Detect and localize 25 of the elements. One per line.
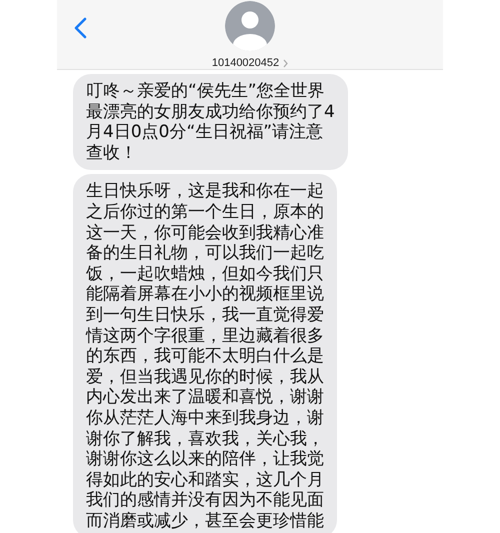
contact-number[interactable]: 10140020452 bbox=[212, 57, 288, 69]
back-button[interactable] bbox=[73, 17, 87, 39]
message-text: 谢你了解我，喜欢我，关心我， bbox=[86, 428, 324, 450]
message-text: 谢谢你这么以来的陪伴，让我觉 bbox=[86, 449, 324, 470]
message-text: 之后你过的第一个生日，原本的 bbox=[86, 202, 324, 223]
message-text: 查收！ bbox=[86, 142, 138, 164]
message-text: 月4日0点0分“生日祝福”请注意 bbox=[86, 122, 324, 143]
message-text: 到一句生日快乐，我一直觉得爱 bbox=[86, 304, 324, 326]
chevron-icon bbox=[283, 58, 288, 68]
message-text: 饭，一起吹蜡烛，但如今我们只 bbox=[86, 264, 324, 284]
message-text: 能隔着屏幕在小小的视频框里说 bbox=[86, 284, 324, 305]
message-text: 叮咚～亲爱的“侯先生”您全世界 bbox=[86, 81, 326, 102]
message-text: 爱，但当我遇见你的时候，我从 bbox=[86, 366, 324, 388]
message-text: 的东西，我可能不太明白什么是 bbox=[86, 346, 324, 367]
message-text: 你从茫茫人海中来到我身边，谢 bbox=[86, 408, 324, 428]
message-text: 情这两个字很重，里边藏着很多 bbox=[86, 326, 324, 346]
message-text: 最漂亮的女朋友成功给你预约了4 bbox=[86, 102, 335, 122]
message-text: 我们的感情并没有因为不能见面 bbox=[86, 490, 324, 511]
message-text: 内心发出来了温暖和喜悦，谢谢 bbox=[86, 387, 324, 408]
back-icon bbox=[73, 17, 87, 39]
message-text: 备的生日礼物，可以我们一起吃 bbox=[86, 243, 324, 264]
message-text: 而消磨或减少，甚至会更珍惜能 bbox=[86, 510, 324, 532]
message-text: 生日快乐呀，这是我和你在一起 bbox=[86, 181, 324, 202]
message-text: 这一天，你可能会收到我精心准 bbox=[86, 222, 324, 244]
message-text: 得如此的安心和踏实，这几个月 bbox=[86, 470, 324, 490]
